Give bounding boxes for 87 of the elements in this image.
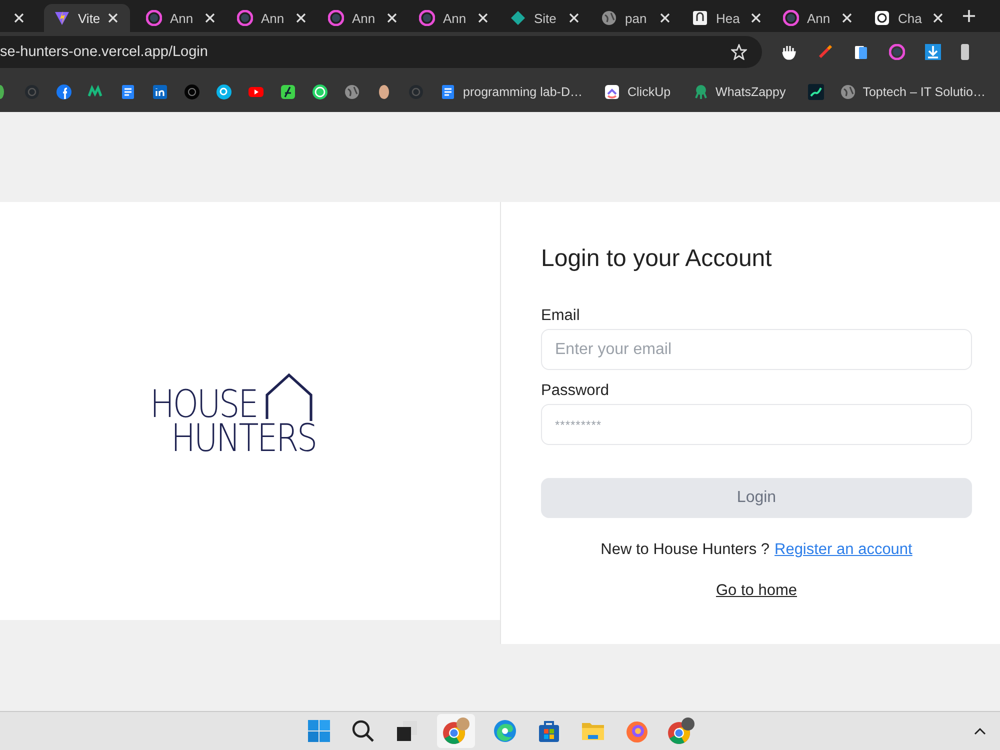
home-link[interactable]: Go to home (716, 582, 797, 599)
field-label: Email (541, 306, 581, 326)
tab-favicon-icon (146, 10, 162, 26)
tab-favicon-icon (419, 10, 435, 26)
close-icon[interactable] (205, 13, 215, 23)
tab-favicon-icon (601, 10, 617, 26)
url-text: se-hunters-one.vercel.app/Login (0, 44, 209, 60)
bookmark[interactable]: Toptech – IT Solutio… (840, 84, 986, 100)
bookmark-favicon-icon (692, 84, 709, 100)
browser-tab[interactable]: Ann (318, 4, 409, 32)
email-field[interactable]: Enter your email (541, 329, 972, 370)
tab-title: Cha (898, 10, 923, 26)
tab-favicon-icon (874, 10, 890, 26)
tab-title: Site (534, 10, 558, 26)
register-prompt: New to House Hunters ? (600, 541, 770, 559)
bookmark[interactable]: programming lab-D… (440, 84, 582, 100)
tab-title: Ann (352, 10, 376, 26)
browser-tab[interactable]: pan (591, 4, 682, 32)
close-icon[interactable] (478, 13, 488, 23)
field-label: Password (541, 381, 610, 401)
logo-text: HOUSE (150, 387, 258, 421)
form-title: Login to your Account (541, 244, 773, 274)
browser-tab[interactable]: Vite (44, 4, 130, 32)
close-icon[interactable] (569, 13, 579, 23)
close-icon[interactable] (933, 13, 943, 23)
tab-title: Ann (807, 10, 832, 26)
bookmark-icon[interactable] (56, 84, 72, 100)
bookmark-icon[interactable] (216, 84, 232, 100)
tab-title: pan (625, 10, 648, 26)
bookmark-favicon-icon (604, 84, 620, 100)
bookmark[interactable]: WhatsZappy (692, 84, 786, 100)
chrome-icon[interactable] (442, 717, 470, 745)
bookmark-icon[interactable] (248, 84, 264, 100)
pages-icon[interactable] (853, 44, 869, 60)
tab-favicon-icon (692, 10, 708, 26)
tab-title: Hea (716, 10, 741, 26)
chrome-icon[interactable] (667, 717, 695, 745)
close-icon[interactable] (14, 13, 24, 23)
password-field[interactable]: ********* (541, 404, 972, 445)
register-link[interactable]: Register an account (774, 541, 912, 559)
tab-title: Ann (443, 10, 468, 26)
windows-icon[interactable] (307, 719, 331, 743)
bookmark-icon[interactable] (312, 84, 328, 100)
close-icon[interactable] (296, 13, 306, 23)
hand-icon[interactable] (781, 44, 797, 60)
browser-tab[interactable]: Hea (682, 4, 773, 32)
new-tab-icon[interactable] (963, 10, 975, 22)
browser-tab[interactable]: Cha (864, 4, 955, 32)
bookmark-icon[interactable] (376, 84, 392, 100)
bookmark-favicon-icon (440, 84, 456, 100)
store-icon[interactable] (537, 719, 561, 743)
close-icon[interactable] (751, 13, 761, 23)
dropper-icon[interactable] (817, 44, 833, 60)
chevron-up-icon[interactable] (974, 727, 986, 735)
tab-title: Vite (78, 10, 100, 26)
tab-favicon-icon (328, 10, 344, 26)
ring-icon[interactable] (889, 44, 905, 60)
close-icon[interactable] (660, 13, 670, 23)
tab-favicon-icon (783, 10, 799, 26)
browser-tab[interactable]: Ann (409, 4, 500, 32)
browser-tab[interactable]: Ann (227, 4, 318, 32)
bookmark-icon[interactable] (280, 84, 296, 100)
search-icon[interactable] (351, 719, 375, 743)
logo-text: HUNTERS (171, 421, 316, 455)
close-icon[interactable] (387, 13, 397, 23)
tab-title: Ann (261, 10, 286, 26)
bookmark-icon[interactable] (152, 84, 168, 100)
task-view-icon[interactable] (395, 719, 419, 743)
tab-favicon-icon (510, 10, 526, 26)
tab-favicon-icon (54, 10, 70, 26)
download-icon[interactable] (925, 44, 941, 60)
address-bar[interactable]: se-hunters-one.vercel.app/Login (0, 36, 762, 68)
tab-favicon-icon (237, 10, 253, 26)
house-icon (264, 373, 313, 421)
star-icon[interactable] (731, 44, 747, 60)
bookmark-icon[interactable] (808, 84, 824, 100)
browser-tab[interactable]: Site (500, 4, 591, 32)
bookmark-icon[interactable] (120, 84, 136, 100)
tab-title: Ann (170, 10, 194, 26)
edge-icon[interactable] (493, 719, 517, 743)
bookmark[interactable]: ClickUp (604, 84, 671, 100)
browser-tab[interactable]: Ann (136, 4, 227, 32)
close-icon[interactable] (108, 13, 118, 23)
close-icon[interactable] (842, 13, 852, 23)
bookmark-favicon-icon (840, 84, 856, 100)
firefox-icon[interactable] (625, 719, 649, 743)
browser-tab[interactable]: Ann (773, 4, 864, 32)
